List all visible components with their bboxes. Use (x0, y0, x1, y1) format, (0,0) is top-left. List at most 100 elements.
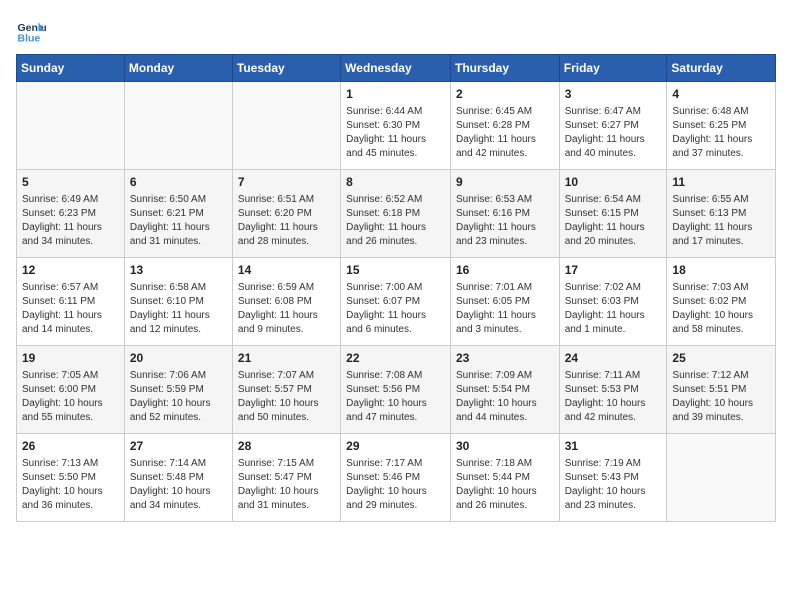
calendar-cell: 2Sunrise: 6:45 AM Sunset: 6:28 PM Daylig… (450, 82, 559, 170)
day-info: Sunrise: 7:15 AM Sunset: 5:47 PM Dayligh… (238, 457, 335, 513)
day-number: 13 (130, 262, 227, 279)
calendar-header-saturday: Saturday (667, 55, 776, 82)
day-number: 9 (456, 174, 554, 191)
day-number: 19 (22, 350, 119, 367)
day-info: Sunrise: 7:18 AM Sunset: 5:44 PM Dayligh… (456, 457, 554, 513)
calendar-header-tuesday: Tuesday (232, 55, 340, 82)
day-info: Sunrise: 6:53 AM Sunset: 6:16 PM Dayligh… (456, 193, 554, 249)
day-info: Sunrise: 6:59 AM Sunset: 6:08 PM Dayligh… (238, 281, 335, 337)
calendar-header-sunday: Sunday (17, 55, 125, 82)
day-info: Sunrise: 6:48 AM Sunset: 6:25 PM Dayligh… (672, 105, 770, 161)
day-number: 26 (22, 438, 119, 455)
day-info: Sunrise: 7:00 AM Sunset: 6:07 PM Dayligh… (346, 281, 445, 337)
day-info: Sunrise: 7:06 AM Sunset: 5:59 PM Dayligh… (130, 369, 227, 425)
day-info: Sunrise: 7:08 AM Sunset: 5:56 PM Dayligh… (346, 369, 445, 425)
day-number: 27 (130, 438, 227, 455)
day-number: 1 (346, 86, 445, 103)
day-info: Sunrise: 6:58 AM Sunset: 6:10 PM Dayligh… (130, 281, 227, 337)
day-number: 25 (672, 350, 770, 367)
calendar-cell: 3 Sunrise: 6:47 AM Sunset: 6:27 PM Daylig… (559, 82, 667, 170)
day-info: Sunrise: 6:50 AM Sunset: 6:21 PM Dayligh… (130, 193, 227, 249)
calendar-cell: 16Sunrise: 7:01 AM Sunset: 6:05 PM Dayli… (450, 258, 559, 346)
day-number: 6 (130, 174, 227, 191)
day-info: Sunrise: 7:09 AM Sunset: 5:54 PM Dayligh… (456, 369, 554, 425)
day-number: 17 (565, 262, 662, 279)
day-info: Sunrise: 6:47 AM Sunset: 6:27 PM Dayligh… (565, 105, 662, 161)
calendar-cell: 15Sunrise: 7:00 AM Sunset: 6:07 PM Dayli… (341, 258, 451, 346)
day-number: 12 (22, 262, 119, 279)
calendar-cell: 30 Sunrise: 7:18 AM Sunset: 5:44 PM Dayli… (450, 434, 559, 522)
calendar-cell: 20 Sunrise: 7:06 AM Sunset: 5:59 PM Dayli… (124, 346, 232, 434)
day-number: 4 (672, 86, 770, 103)
calendar-header-row: SundayMondayTuesdayWednesdayThursdayFrid… (17, 55, 776, 82)
calendar-cell: 31 Sunrise: 7:19 AM Sunset: 5:43 PM Dayli… (559, 434, 667, 522)
day-info: Sunrise: 6:44 AM Sunset: 6:30 PM Dayligh… (346, 105, 445, 161)
calendar-cell: 26 Sunrise: 7:13 AM Sunset: 5:50 PM Dayli… (17, 434, 125, 522)
calendar-cell: 7 Sunrise: 6:51 AM Sunset: 6:20 PM Daylig… (232, 170, 340, 258)
calendar-cell: 21 Sunrise: 7:07 AM Sunset: 5:57 PM Dayli… (232, 346, 340, 434)
calendar-cell: 22 Sunrise: 7:08 AM Sunset: 5:56 PM Dayli… (341, 346, 451, 434)
day-number: 22 (346, 350, 445, 367)
calendar-cell: 18 Sunrise: 7:03 AM Sunset: 6:02 PM Dayli… (667, 258, 776, 346)
day-info: Sunrise: 7:12 AM Sunset: 5:51 PM Dayligh… (672, 369, 770, 425)
calendar-cell: 28 Sunrise: 7:15 AM Sunset: 5:47 PM Dayli… (232, 434, 340, 522)
calendar-cell: 13 Sunrise: 6:58 AM Sunset: 6:10 PM Dayli… (124, 258, 232, 346)
day-info: Sunrise: 6:52 AM Sunset: 6:18 PM Dayligh… (346, 193, 445, 249)
calendar-week-row: 26 Sunrise: 7:13 AM Sunset: 5:50 PM Dayli… (17, 434, 776, 522)
day-info: Sunrise: 7:14 AM Sunset: 5:48 PM Dayligh… (130, 457, 227, 513)
day-info: Sunrise: 7:03 AM Sunset: 6:02 PM Dayligh… (672, 281, 770, 337)
calendar-cell: 25 Sunrise: 7:12 AM Sunset: 5:51 PM Dayli… (667, 346, 776, 434)
day-number: 18 (672, 262, 770, 279)
day-number: 11 (672, 174, 770, 191)
day-info: Sunrise: 7:01 AM Sunset: 6:05 PM Dayligh… (456, 281, 554, 337)
page-header: General Blue (16, 16, 776, 46)
day-info: Sunrise: 6:51 AM Sunset: 6:20 PM Dayligh… (238, 193, 335, 249)
calendar-cell: 10Sunrise: 6:54 AM Sunset: 6:15 PM Dayli… (559, 170, 667, 258)
day-info: Sunrise: 7:02 AM Sunset: 6:03 PM Dayligh… (565, 281, 662, 337)
calendar-week-row: 5 Sunrise: 6:49 AM Sunset: 6:23 PM Daylig… (17, 170, 776, 258)
svg-text:Blue: Blue (18, 33, 41, 45)
day-info: Sunrise: 7:05 AM Sunset: 6:00 PM Dayligh… (22, 369, 119, 425)
day-info: Sunrise: 7:17 AM Sunset: 5:46 PM Dayligh… (346, 457, 445, 513)
calendar-cell (124, 82, 232, 170)
day-number: 28 (238, 438, 335, 455)
calendar-header-friday: Friday (559, 55, 667, 82)
calendar-week-row: 1 Sunrise: 6:44 AM Sunset: 6:30 PM Daylig… (17, 82, 776, 170)
day-info: Sunrise: 7:11 AM Sunset: 5:53 PM Dayligh… (565, 369, 662, 425)
day-number: 2 (456, 86, 554, 103)
logo-icon: General Blue (16, 16, 46, 46)
day-number: 21 (238, 350, 335, 367)
logo: General Blue (16, 16, 54, 46)
day-number: 7 (238, 174, 335, 191)
day-info: Sunrise: 7:13 AM Sunset: 5:50 PM Dayligh… (22, 457, 119, 513)
calendar-cell: 29Sunrise: 7:17 AM Sunset: 5:46 PM Dayli… (341, 434, 451, 522)
calendar-cell: 14Sunrise: 6:59 AM Sunset: 6:08 PM Dayli… (232, 258, 340, 346)
day-info: Sunrise: 6:57 AM Sunset: 6:11 PM Dayligh… (22, 281, 119, 337)
calendar-cell: 1 Sunrise: 6:44 AM Sunset: 6:30 PM Daylig… (341, 82, 451, 170)
day-number: 20 (130, 350, 227, 367)
day-number: 24 (565, 350, 662, 367)
day-number: 5 (22, 174, 119, 191)
day-info: Sunrise: 6:49 AM Sunset: 6:23 PM Dayligh… (22, 193, 119, 249)
calendar-table: SundayMondayTuesdayWednesdayThursdayFrid… (16, 54, 776, 522)
day-number: 31 (565, 438, 662, 455)
day-number: 10 (565, 174, 662, 191)
calendar-cell: 27 Sunrise: 7:14 AM Sunset: 5:48 PM Dayli… (124, 434, 232, 522)
day-info: Sunrise: 6:55 AM Sunset: 6:13 PM Dayligh… (672, 193, 770, 249)
day-number: 3 (565, 86, 662, 103)
calendar-cell: 6 Sunrise: 6:50 AM Sunset: 6:21 PM Daylig… (124, 170, 232, 258)
calendar-cell: 17 Sunrise: 7:02 AM Sunset: 6:03 PM Dayli… (559, 258, 667, 346)
day-info: Sunrise: 7:07 AM Sunset: 5:57 PM Dayligh… (238, 369, 335, 425)
day-number: 30 (456, 438, 554, 455)
calendar-week-row: 19 Sunrise: 7:05 AM Sunset: 6:00 PM Dayli… (17, 346, 776, 434)
day-number: 23 (456, 350, 554, 367)
calendar-header-wednesday: Wednesday (341, 55, 451, 82)
calendar-cell: 11 Sunrise: 6:55 AM Sunset: 6:13 PM Dayli… (667, 170, 776, 258)
calendar-cell: 24 Sunrise: 7:11 AM Sunset: 5:53 PM Dayli… (559, 346, 667, 434)
calendar-week-row: 12 Sunrise: 6:57 AM Sunset: 6:11 PM Dayli… (17, 258, 776, 346)
day-info: Sunrise: 7:19 AM Sunset: 5:43 PM Dayligh… (565, 457, 662, 513)
calendar-cell: 19 Sunrise: 7:05 AM Sunset: 6:00 PM Dayli… (17, 346, 125, 434)
calendar-header-thursday: Thursday (450, 55, 559, 82)
calendar-cell: 23 Sunrise: 7:09 AM Sunset: 5:54 PM Dayli… (450, 346, 559, 434)
calendar-cell (17, 82, 125, 170)
